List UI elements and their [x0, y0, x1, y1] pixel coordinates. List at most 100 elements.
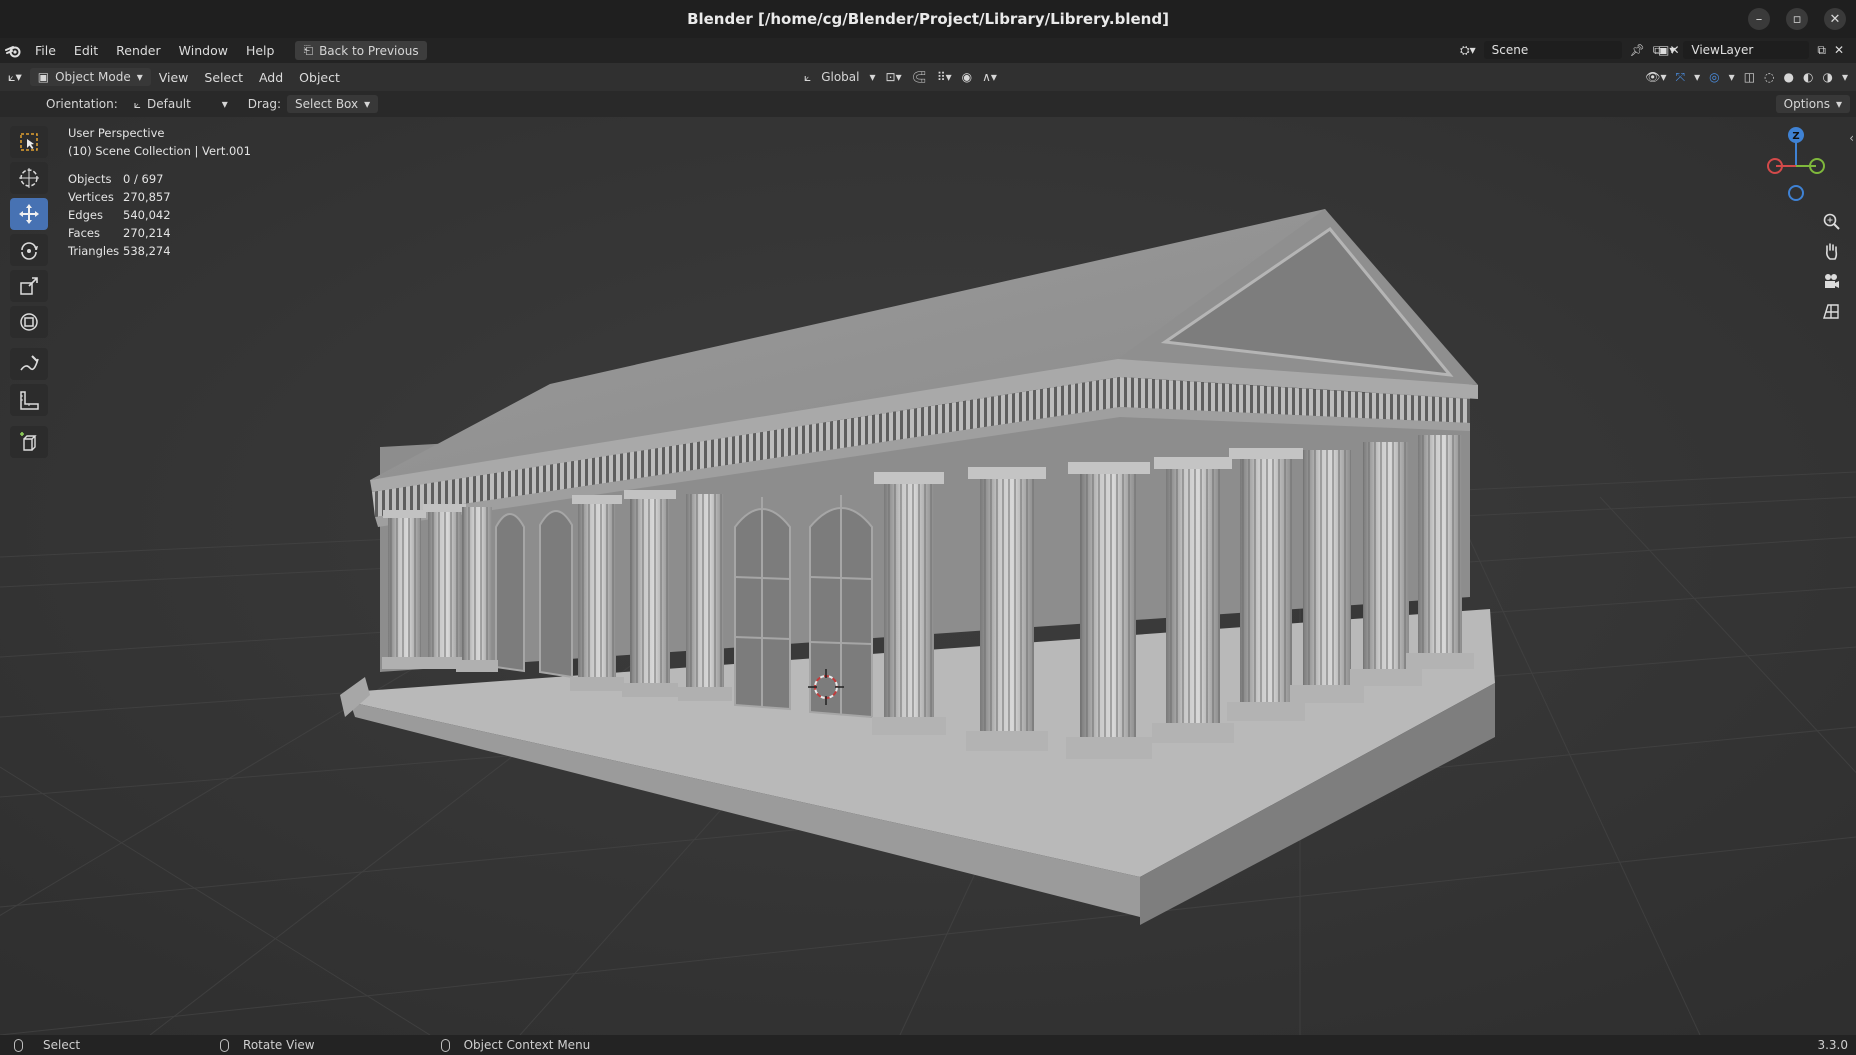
close-icon[interactable]: ✕ [1824, 8, 1846, 30]
menu-select[interactable]: Select [196, 70, 251, 85]
stats-label: Faces [68, 226, 100, 240]
chevron-down-icon: ▾ [869, 70, 876, 84]
transform-tool[interactable] [10, 306, 48, 338]
view-layer-selector[interactable]: ▣▾ ViewLayer ⧉ ✕ [1658, 40, 1844, 60]
transform-controls: ⟀ Global ▾ ⊡▾ 🧲︎ ⠿▾ ◉ ∧▾ [804, 70, 997, 85]
stats-row-edges: Edges 540,042 [68, 206, 251, 224]
stats-row-faces: Faces 270,214 [68, 224, 251, 242]
zoom-icon[interactable] [1818, 208, 1844, 234]
options-dropdown[interactable]: Options ▾ [1775, 95, 1850, 113]
menu-object[interactable]: Object [291, 70, 348, 85]
blender-logo-icon[interactable] [0, 44, 26, 58]
move-tool[interactable] [10, 198, 48, 230]
axis-gizmo-icon[interactable]: Z [1756, 126, 1836, 206]
measure-icon [20, 391, 39, 410]
transform-orientation-icon: ⟀ [804, 69, 812, 84]
move-icon [19, 204, 39, 224]
falloff-icon[interactable]: ∧▾ [982, 70, 997, 84]
chevron-down-icon: ▾ [136, 70, 143, 84]
status-context-menu: Object Context Menu [440, 1038, 590, 1052]
menu-edit[interactable]: Edit [65, 43, 107, 58]
status-select: Select [14, 1038, 80, 1052]
view-perspective-label: User Perspective [68, 126, 165, 140]
rendered-shading-icon[interactable]: ◑ [1822, 70, 1832, 84]
scene-icon: ⛭▾ [1460, 42, 1476, 57]
overlay-chevron-icon[interactable]: ▾ [1729, 70, 1735, 84]
proportional-edit-icon[interactable]: ◉ [962, 70, 972, 84]
drag-value: Select Box [294, 97, 359, 111]
select-box-tool[interactable] [10, 126, 48, 158]
xray-toggle-icon[interactable]: ◫ [1744, 70, 1755, 84]
menu-file[interactable]: File [26, 43, 65, 58]
stats-value: 538,274 [123, 244, 171, 258]
drag-dropdown[interactable]: Select Box ▾ [286, 95, 379, 113]
wireframe-shading-icon[interactable]: ◌ [1764, 70, 1774, 84]
stats-label: Triangles [68, 244, 120, 258]
sidebar-toggle-icon[interactable]: ‹ [1849, 131, 1854, 145]
back-to-previous-label: Back to Previous [319, 43, 419, 58]
scale-icon [20, 277, 38, 295]
back-to-previous-button[interactable]: ⎗ Back to Previous [295, 41, 427, 60]
gizmo-z-label: Z [1792, 131, 1799, 142]
gizmo-chevron-icon[interactable]: ▾ [1694, 70, 1700, 84]
pan-hand-icon[interactable] [1818, 238, 1844, 264]
new-view-layer-icon[interactable]: ⧉ [1817, 43, 1826, 58]
stats-value: 540,042 [123, 208, 171, 222]
navigation-gizmo[interactable]: Z [1756, 126, 1836, 209]
status-select-label: Select [43, 1038, 81, 1052]
transform-orientation-dropdown[interactable]: Global [821, 70, 859, 84]
mode-dropdown[interactable]: ▣ Object Mode ▾ [29, 68, 151, 86]
maximize-icon[interactable]: ▫ [1786, 8, 1808, 30]
cursor-tool[interactable] [10, 162, 48, 194]
scene-name-field[interactable]: Scene [1483, 41, 1622, 59]
statusbar: Select Rotate View Object Context Menu 3… [0, 1035, 1856, 1055]
orientation-icon: ⟀ [133, 96, 141, 111]
minimize-icon[interactable]: – [1748, 8, 1770, 30]
viewport-info-overlay: User Perspective (10) Scene Collection |… [68, 124, 251, 260]
menu-view[interactable]: View [151, 70, 197, 85]
orthographic-grid-icon[interactable] [1818, 298, 1844, 324]
overlay-toggle-icon[interactable]: ◎ [1709, 70, 1719, 84]
stats-label: Objects [68, 172, 112, 186]
view-layer-name-field[interactable]: ViewLayer [1683, 41, 1810, 59]
visibility-icon[interactable]: 👁︎▾ [1645, 70, 1666, 84]
menu-render[interactable]: Render [107, 43, 170, 58]
menu-help[interactable]: Help [237, 43, 284, 58]
window-title: Blender [/home/cg/Blender/Project/Librar… [687, 10, 1169, 28]
shading-chevron-icon[interactable]: ▾ [1842, 70, 1848, 84]
gizmo-toggle-icon[interactable]: ⤧ [1676, 70, 1686, 85]
material-shading-icon[interactable]: ◐ [1803, 70, 1813, 84]
chevron-down-icon: ▾ [364, 97, 371, 111]
scene-render [0, 117, 1856, 1035]
stats-row-triangles: Triangles 538,274 [68, 242, 251, 260]
measure-tool[interactable] [10, 384, 48, 416]
window-controls: – ▫ ✕ [1748, 8, 1846, 30]
annotate-tool[interactable] [10, 348, 48, 380]
stats-value: 270,214 [123, 226, 171, 240]
pivot-point-icon[interactable]: ⊡▾ [886, 70, 902, 84]
transform-icon [20, 313, 38, 331]
scale-tool[interactable] [10, 270, 48, 302]
stats-value: 0 / 697 [123, 172, 164, 186]
viewport-header: ⟀▾ ▣ Object Mode ▾ View Select Add Objec… [0, 63, 1856, 91]
editor-type-icon[interactable]: ⟀▾ [0, 69, 30, 85]
pin-icon[interactable]: 📌︎ [1630, 43, 1645, 57]
rotate-tool[interactable] [10, 234, 48, 266]
scene-selector[interactable]: ⛭▾ Scene 📌︎ ⧉ ✕ [1460, 40, 1680, 60]
menu-add[interactable]: Add [251, 70, 291, 85]
cursor-icon [19, 168, 39, 188]
snap-target-icon[interactable]: ⠿▾ [937, 70, 952, 84]
snap-icon[interactable]: 🧲︎ [912, 70, 927, 84]
add-cube-tool[interactable] [10, 426, 48, 458]
back-icon: ⎗ [303, 43, 314, 57]
solid-shading-icon[interactable]: ● [1784, 70, 1794, 84]
orientation-dropdown[interactable]: ⟀ Default ▾ [126, 95, 236, 114]
orientation-value: Default [147, 97, 191, 111]
remove-view-layer-icon[interactable]: ✕ [1834, 43, 1844, 57]
object-mode-icon: ▣ [37, 70, 50, 84]
add-cube-icon [20, 432, 37, 451]
camera-view-icon[interactable] [1818, 268, 1844, 294]
menu-window[interactable]: Window [170, 43, 237, 58]
annotate-icon [20, 355, 39, 371]
3d-viewport[interactable]: ‹ [0, 117, 1856, 1035]
